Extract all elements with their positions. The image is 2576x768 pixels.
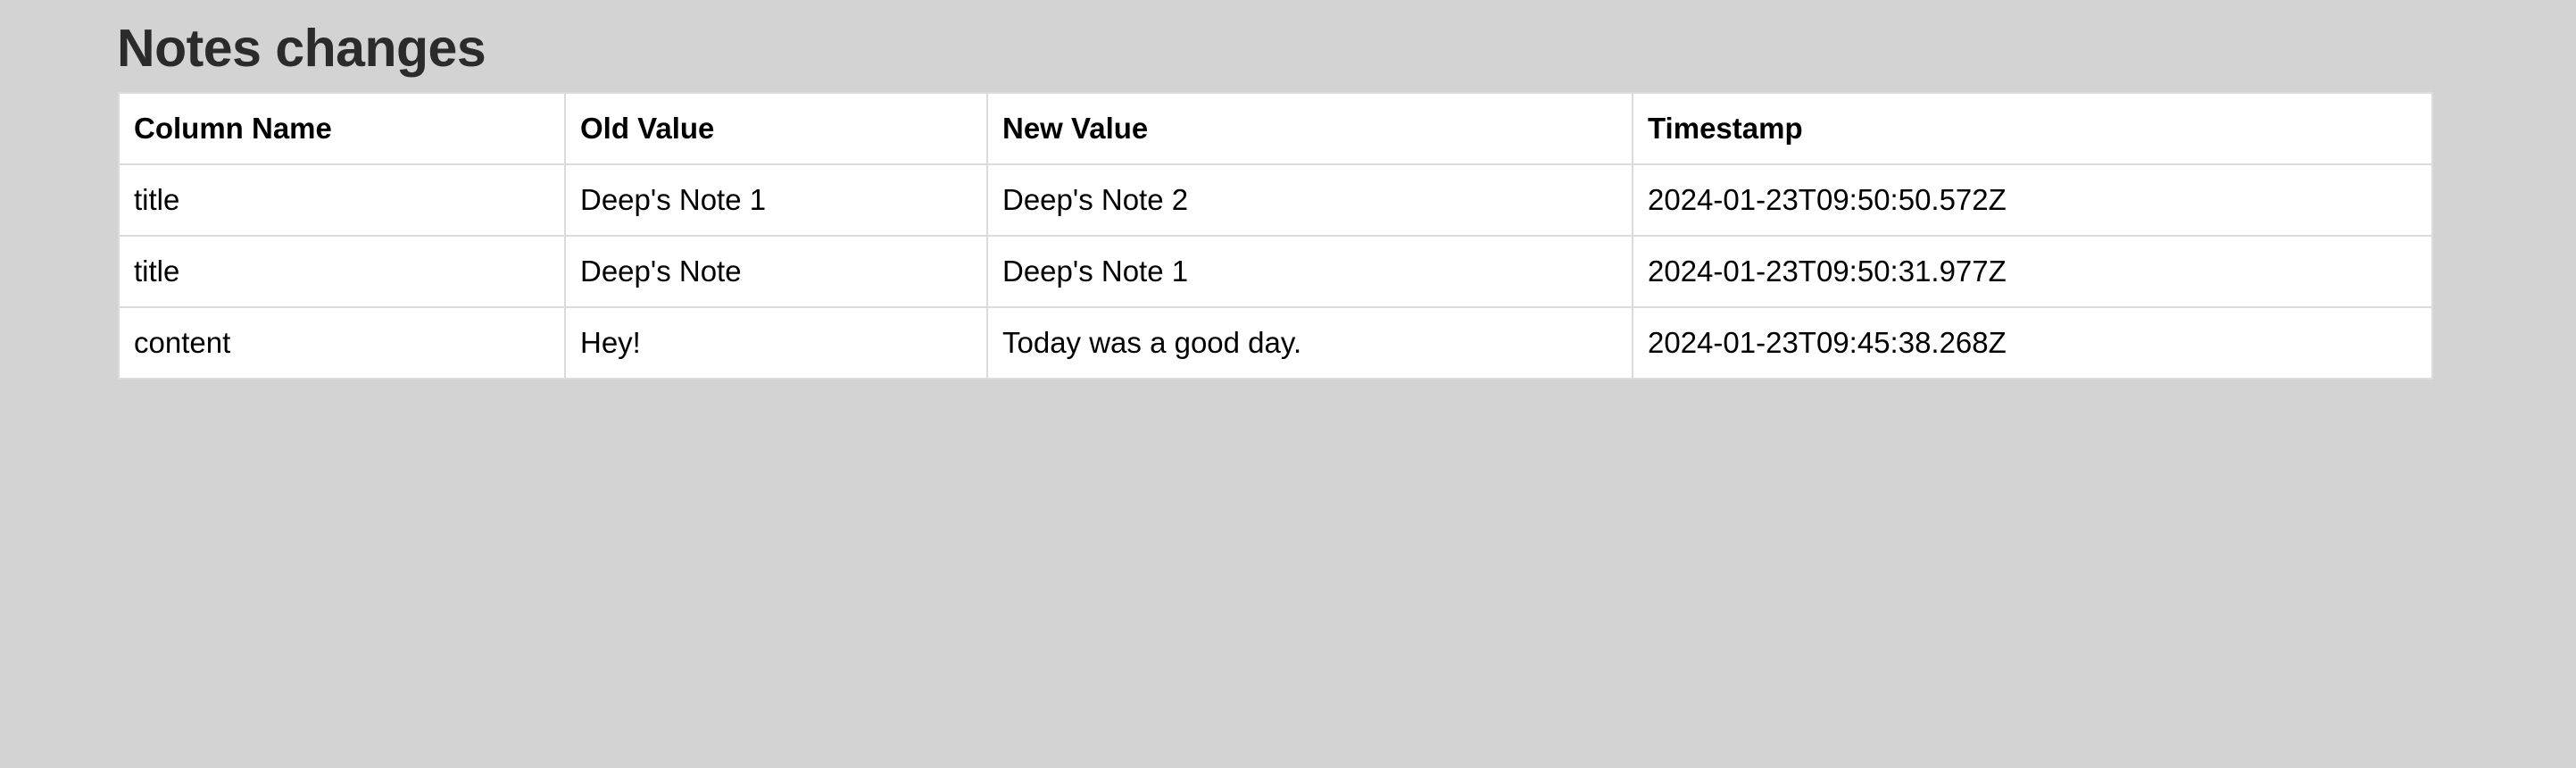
cell-old-value: Deep's Note [564,235,988,308]
header-old-value: Old Value [564,92,988,165]
cell-new-value: Deep's Note 2 [986,163,1633,237]
cell-timestamp: 2024-01-23T09:45:38.268Z [1632,306,2433,380]
page: Notes changes Column Name Old Value New … [0,0,2576,768]
cell-old-value: Deep's Note 1 [564,163,988,237]
cell-new-value: Today was a good day. [986,306,1633,380]
table-header: Column Name Old Value New Value Timestam… [118,92,2433,165]
cell-old-value: Hey! [564,306,988,380]
table-body: title Deep's Note 1 Deep's Note 2 2024-0… [118,163,2433,380]
table-row: title Deep's Note 1 Deep's Note 2 2024-0… [118,163,2433,237]
notes-changes-table: Column Name Old Value New Value Timestam… [118,92,2433,380]
cell-timestamp: 2024-01-23T09:50:50.572Z [1632,163,2433,237]
header-column-name: Column Name [118,92,566,165]
cell-column-name: title [118,163,566,237]
header-new-value: New Value [986,92,1633,165]
table-row: content Hey! Today was a good day. 2024-… [118,306,2433,380]
header-row: Column Name Old Value New Value Timestam… [118,92,2433,165]
cell-column-name: title [118,235,566,308]
cell-timestamp: 2024-01-23T09:50:31.977Z [1632,235,2433,308]
page-title: Notes changes [117,19,486,78]
table-row: title Deep's Note Deep's Note 1 2024-01-… [118,235,2433,308]
cell-new-value: Deep's Note 1 [986,235,1633,308]
header-timestamp: Timestamp [1632,92,2433,165]
cell-column-name: content [118,306,566,380]
